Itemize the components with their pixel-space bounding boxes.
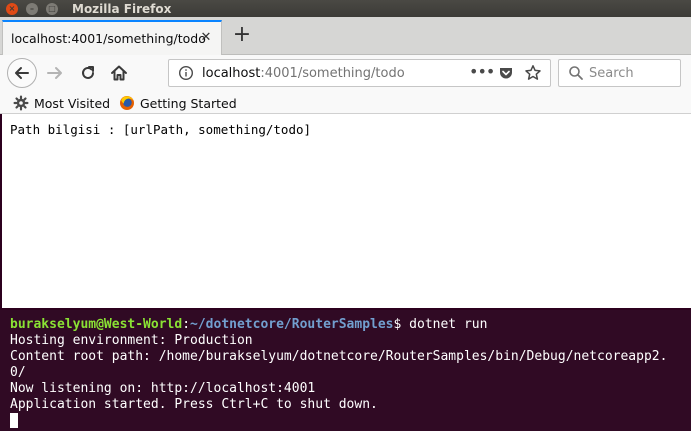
maximize-window-button[interactable]: □ <box>46 2 58 15</box>
terminal-window[interactable]: burakselyum@West-World:~/dotnetcore/Rout… <box>0 310 691 431</box>
gear-icon <box>13 95 29 111</box>
close-tab-icon[interactable]: ✕ <box>199 31 213 45</box>
terminal-prompt-line: burakselyum@West-World:~/dotnetcore/Rout… <box>10 317 691 333</box>
url-bar[interactable]: localhost:4001/something/todo ••• <box>168 59 551 87</box>
prompt-command: dotnet run <box>409 317 488 332</box>
prompt-separator: : <box>182 317 191 332</box>
tab-strip: localhost:4001/something/todo ✕ <box>0 17 691 55</box>
info-icon[interactable] <box>178 65 194 81</box>
search-icon <box>569 66 583 80</box>
navigation-toolbar: localhost:4001/something/todo ••• <box>0 55 691 92</box>
bookmark-label: Most Visited <box>34 95 111 111</box>
search-bar[interactable] <box>558 59 681 87</box>
reload-button[interactable] <box>78 63 98 83</box>
bookmark-getting-started[interactable]: Getting Started <box>119 95 237 111</box>
bookmark-star-icon[interactable] <box>524 64 542 82</box>
search-input[interactable] <box>589 65 677 81</box>
window-title: Mozilla Firefox <box>72 1 172 16</box>
terminal-output-line: 0/ <box>10 365 26 380</box>
terminal-output-line: Application started. Press Ctrl+C to shu… <box>10 397 378 412</box>
prompt-symbol: $ <box>393 317 410 332</box>
bookmark-most-visited[interactable]: Most Visited <box>13 95 110 111</box>
url-host: localhost <box>202 66 261 81</box>
minimize-window-button[interactable]: – <box>26 2 38 15</box>
pocket-icon[interactable] <box>498 65 514 81</box>
page-actions-icon[interactable]: ••• <box>469 62 495 81</box>
tab-title: localhost:4001/something/todo <box>11 31 206 46</box>
terminal-output-line: Now listening on: http://localhost:4001 <box>10 381 316 396</box>
back-arrow-icon <box>15 67 29 79</box>
url-path: :4001/something/todo <box>260 66 405 81</box>
terminal-cursor <box>10 413 18 428</box>
bookmark-label: Getting Started <box>140 95 237 111</box>
bookmarks-toolbar: Most Visited Getting Started <box>0 92 691 114</box>
forward-button[interactable] <box>45 63 65 83</box>
home-button[interactable] <box>109 63 129 83</box>
terminal-output-line: Content root path: /home/burakselyum/dot… <box>10 349 668 364</box>
terminal-output-line: Hosting environment: Production <box>10 333 253 348</box>
terminal-cursor-line <box>10 413 691 429</box>
window-titlebar: × – □ Mozilla Firefox <box>0 0 691 17</box>
tab-active[interactable]: localhost:4001/something/todo ✕ <box>2 20 222 55</box>
url-text: localhost:4001/something/todo <box>202 66 405 81</box>
prompt-path: ~/dotnetcore/RouterSamples <box>190 317 394 332</box>
page-body-text: Path bilgisi : [urlPath, something/todo] <box>10 122 312 137</box>
firefox-icon <box>120 96 134 110</box>
prompt-user: burakselyum@West-World <box>10 317 183 332</box>
new-tab-button[interactable]: + <box>231 24 253 47</box>
back-button[interactable] <box>7 58 37 88</box>
page-viewport: Path bilgisi : [urlPath, something/todo] <box>2 114 691 308</box>
close-window-button[interactable]: × <box>6 2 18 15</box>
